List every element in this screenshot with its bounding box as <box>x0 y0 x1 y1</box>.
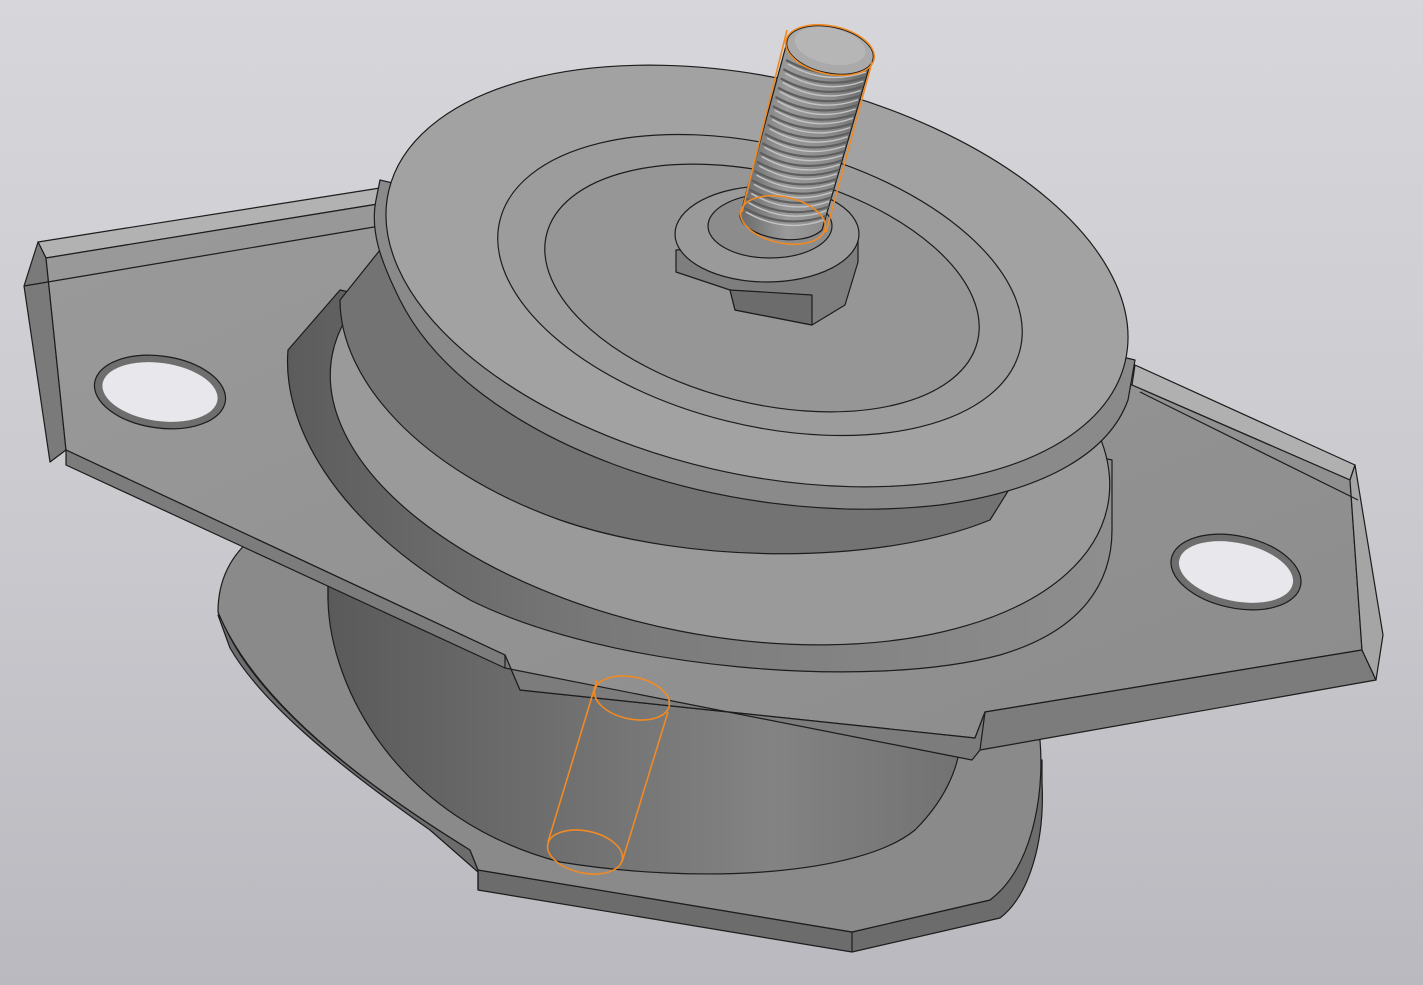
3d-viewport[interactable] <box>0 0 1423 985</box>
model-scene[interactable] <box>0 0 1423 985</box>
